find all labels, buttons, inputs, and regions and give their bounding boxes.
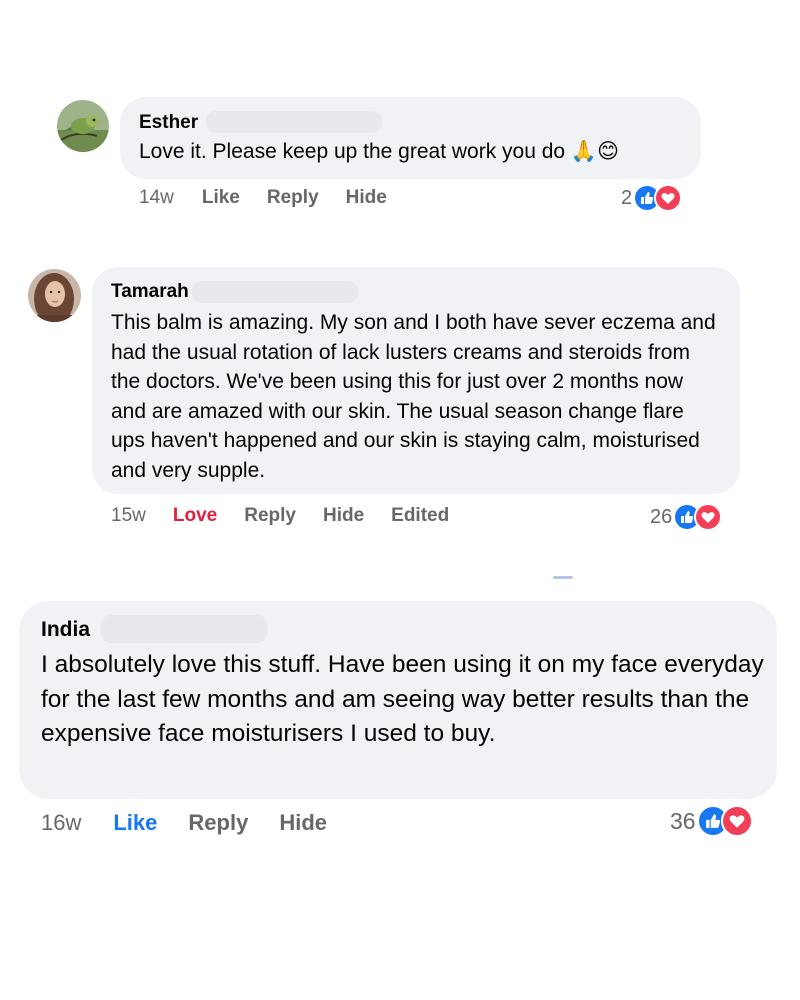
avatar[interactable] xyxy=(57,100,109,152)
love-icon xyxy=(694,503,723,531)
like-button[interactable]: Like xyxy=(113,810,157,836)
reply-button[interactable]: Reply xyxy=(188,810,248,836)
redacted-name xyxy=(206,111,382,133)
comment-time[interactable]: 16w xyxy=(41,810,81,836)
divider xyxy=(553,576,573,579)
edited-label: Edited xyxy=(391,505,450,526)
reaction-count: 2 xyxy=(621,186,633,209)
redacted-name xyxy=(192,281,358,303)
hide-button[interactable]: Hide xyxy=(279,810,327,836)
reaction-count: 26 xyxy=(650,505,673,528)
hide-button[interactable]: Hide xyxy=(346,187,387,209)
comment-text: Love it. Please keep up the great work y… xyxy=(139,140,619,163)
love-icon xyxy=(654,184,683,212)
comment-actions: 15w Love Reply Hide Edited xyxy=(111,504,449,528)
comment-text: This balm is amazing. My son and I both … xyxy=(111,311,716,482)
reply-button[interactable]: Reply xyxy=(267,187,319,209)
comment-text: I absolutely love this stuff. Have been … xyxy=(41,651,764,747)
woman-avatar-icon xyxy=(28,269,81,322)
bird-avatar-icon xyxy=(57,100,109,152)
reaction-count: 36 xyxy=(670,807,696,834)
reaction-summary[interactable]: 2 xyxy=(621,184,683,212)
reaction-summary[interactable]: 26 xyxy=(650,503,723,531)
comment-time[interactable]: 15w xyxy=(111,505,146,527)
comment-bubble: Esther Love it. Please keep up the great… xyxy=(120,97,701,179)
comment-actions: 14w Like Reply Hide xyxy=(139,186,387,210)
comment-time[interactable]: 14w xyxy=(139,187,174,209)
comment-bubble: Tamarah This balm is amazing. My son and… xyxy=(92,267,740,494)
love-button[interactable]: Love xyxy=(173,505,217,527)
reaction-summary[interactable]: 36 xyxy=(670,805,753,837)
redacted-name xyxy=(101,615,267,643)
comment-actions: 16w Like Reply Hide xyxy=(41,809,327,837)
reply-button[interactable]: Reply xyxy=(244,505,296,527)
like-button[interactable]: Like xyxy=(202,187,240,209)
avatar[interactable] xyxy=(28,269,81,322)
hide-button[interactable]: Hide xyxy=(323,505,364,527)
love-icon xyxy=(720,805,753,837)
